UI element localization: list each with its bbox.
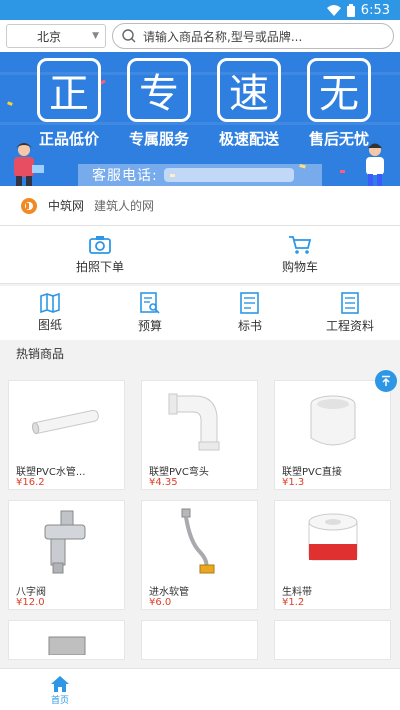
product-price: ¥1.3 <box>282 477 305 488</box>
product-card[interactable]: 进水软管 ¥6.0 <box>141 500 258 610</box>
badge-caption: 售后无忧 <box>308 130 369 148</box>
battery-icon <box>346 3 355 17</box>
badge-caption: 专属服务 <box>128 130 189 148</box>
badge-exclusive: 专 专属服务 <box>118 58 200 149</box>
product-image <box>142 501 257 583</box>
badge-char: 无 <box>307 58 371 122</box>
document-icon <box>341 292 359 314</box>
product-image <box>9 501 124 583</box>
nav-bidding-label: 标书 <box>237 319 262 333</box>
city-selector[interactable]: 北京 ▼ <box>6 24 106 48</box>
search-bar: 北京 ▼ 请输入商品名称,型号或品牌... <box>0 20 400 52</box>
product-title: 生料带 <box>282 587 312 597</box>
product-image <box>275 501 390 583</box>
nav-drawings[interactable]: 图纸 <box>0 286 100 340</box>
nav-engineering-docs-label: 工程资料 <box>325 319 374 333</box>
product-image <box>9 381 124 463</box>
redacted-phone <box>163 168 294 182</box>
brand-row: 中筑网 建筑人的网 <box>0 186 400 226</box>
tab-bar: 首页 <box>0 668 400 710</box>
city-label: 北京 <box>37 29 62 44</box>
nav-bidding[interactable]: 标书 <box>200 286 300 340</box>
cart-button[interactable]: 购物车 <box>200 226 400 283</box>
product-row <box>0 610 400 660</box>
product-image <box>142 381 257 463</box>
nav-budget-label: 预算 <box>137 319 162 333</box>
brand-logo-icon <box>21 197 37 214</box>
wifi-icon <box>326 4 341 16</box>
product-card[interactable] <box>274 620 391 660</box>
product-title: 八字阀 <box>16 587 46 597</box>
promo-banner[interactable]: 正 正品低价 专 专属服务 速 极速配送 无 售后无忧 客服电话: <box>0 52 400 186</box>
photo-order-button[interactable]: 拍照下单 <box>0 226 200 283</box>
brand-slogan: 建筑人的网 <box>94 199 155 213</box>
nav-budget[interactable]: 预算 <box>100 286 200 340</box>
budget-icon <box>140 292 160 314</box>
service-label: 客服电话: <box>92 168 158 184</box>
cart-label: 购物车 <box>281 259 318 274</box>
product-row: 联塑PVC水管... ¥16.2 联塑PVC弯头 ¥4.35 联塑PVC直接 ¥… <box>0 370 400 490</box>
category-nav: 图纸 预算 标书 工程资料 <box>0 286 400 340</box>
bid-document-icon <box>240 292 259 314</box>
product-price: ¥16.2 <box>16 477 45 488</box>
map-icon <box>40 293 60 313</box>
brand-name: 中筑网 <box>48 199 85 213</box>
product-price: ¥4.35 <box>149 477 178 488</box>
search-input[interactable]: 请输入商品名称,型号或品牌... <box>112 23 394 49</box>
product-row: 八字阀 ¥12.0 进水软管 ¥6.0 生料带 ¥1.2 <box>0 490 400 610</box>
product-image <box>9 621 124 659</box>
product-card[interactable]: 生料带 ¥1.2 <box>274 500 391 610</box>
camera-icon <box>89 235 111 254</box>
quick-actions: 拍照下单 购物车 <box>0 226 400 284</box>
badge-aftersales: 无 售后无忧 <box>298 58 380 149</box>
product-card[interactable] <box>8 620 125 660</box>
product-image <box>275 381 390 463</box>
product-price: ¥1.2 <box>282 597 305 608</box>
product-card[interactable]: 八字阀 ¥12.0 <box>8 500 125 610</box>
badge-caption: 正品低价 <box>38 130 99 148</box>
product-card[interactable]: 联塑PVC弯头 ¥4.35 <box>141 380 258 490</box>
status-time: 6:53 <box>360 2 390 18</box>
product-title: 联塑PVC直接 <box>282 467 342 477</box>
product-grid: 联塑PVC水管... ¥16.2 联塑PVC弯头 ¥4.35 联塑PVC直接 ¥… <box>0 370 400 670</box>
tab-home-label: 首页 <box>50 696 69 706</box>
product-title: 联塑PVC弯头 <box>149 467 209 477</box>
badge-fast: 速 极速配送 <box>208 58 290 149</box>
product-price: ¥6.0 <box>149 597 172 608</box>
product-title: 联塑PVC水管... <box>16 467 86 477</box>
product-card[interactable]: 联塑PVC直接 ¥1.3 <box>274 380 391 490</box>
photo-order-label: 拍照下单 <box>75 259 124 274</box>
scroll-top-button[interactable] <box>375 370 397 392</box>
badge-genuine: 正 正品低价 <box>28 58 110 149</box>
cart-icon <box>289 235 312 254</box>
badge-char: 速 <box>217 58 281 122</box>
product-title: 进水软管 <box>149 587 189 597</box>
search-placeholder: 请输入商品名称,型号或品牌... <box>143 29 303 44</box>
badge-char: 专 <box>127 58 191 122</box>
chevron-down-icon: ▼ <box>92 31 99 41</box>
nav-drawings-label: 图纸 <box>37 318 62 332</box>
product-card[interactable] <box>141 620 258 660</box>
home-icon <box>51 676 69 692</box>
search-icon <box>122 29 136 43</box>
promo-badges: 正 正品低价 专 专属服务 速 极速配送 无 售后无忧 <box>28 58 380 149</box>
product-price: ¥12.0 <box>16 597 45 608</box>
product-card[interactable]: 联塑PVC水管... ¥16.2 <box>8 380 125 490</box>
badge-caption: 极速配送 <box>218 130 279 148</box>
section-title: 热销商品 <box>0 340 400 366</box>
badge-char: 正 <box>37 58 101 122</box>
service-phone: 客服电话: <box>78 164 322 186</box>
status-bar: 6:53 <box>0 0 400 20</box>
nav-engineering-docs[interactable]: 工程资料 <box>300 286 400 340</box>
arrow-up-icon <box>382 375 390 386</box>
tab-home[interactable]: 首页 <box>50 675 70 706</box>
